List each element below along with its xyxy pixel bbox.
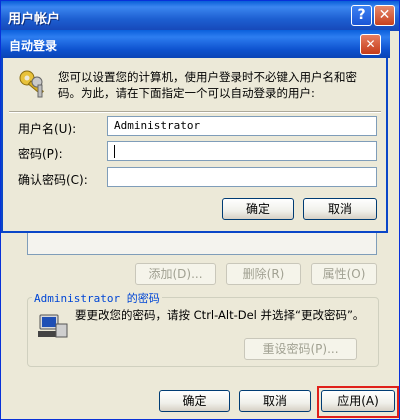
apply-highlight-box: [317, 386, 399, 418]
dialog-close-button[interactable]: ✕: [360, 34, 381, 55]
reset-password-button[interactable]: 重设密码(P)...: [244, 338, 357, 360]
dialog-title-bar: 自动登录 ✕: [1, 30, 390, 58]
password-label: 密码(P):: [18, 147, 63, 161]
cancel-button[interactable]: 取消: [239, 390, 311, 412]
add-user-button[interactable]: 添加(D)...: [135, 263, 216, 285]
computer-icon: [38, 314, 68, 338]
confirm-password-field[interactable]: [107, 167, 377, 187]
dialog-cancel-button[interactable]: 取消: [303, 198, 377, 220]
dialog-title: 自动登录: [9, 39, 58, 53]
outer-window-title: 用户帐户: [8, 12, 61, 27]
confirm-password-label: 确认密码(C):: [18, 173, 88, 187]
properties-button[interactable]: 属性(O): [311, 263, 377, 285]
users-list-area[interactable]: [27, 233, 377, 255]
password-field[interactable]: [107, 141, 377, 161]
keys-icon: [19, 70, 44, 98]
username-field[interactable]: Administrator: [107, 116, 377, 136]
username-label: 用户名(U):: [18, 122, 77, 136]
outer-close-button[interactable]: ✕: [374, 5, 395, 26]
auto-logon-dialog: 自动登录 ✕ 您可以设置您的计算机，使用户登录时不必键入用户名和密码。为此，请在…: [1, 30, 390, 233]
outer-title-bar: 用户帐户 ? ✕: [1, 1, 399, 31]
remove-user-button[interactable]: 删除(R): [226, 263, 301, 285]
password-group-title: Administrator 的密码: [32, 290, 162, 306]
ok-button[interactable]: 确定: [159, 390, 230, 412]
dialog-ok-button[interactable]: 确定: [222, 198, 294, 220]
dialog-separator: [9, 111, 381, 113]
password-instruction-text: 要更改您的密码，请按 Ctrl-Alt-Del 并选择“更改密码”。: [75, 308, 365, 322]
text-caret: [114, 144, 115, 158]
help-button[interactable]: ?: [351, 5, 372, 26]
dialog-description: 您可以设置您的计算机，使用户登录时不必键入用户名和密码。为此，请在下面指定一个可…: [58, 70, 357, 100]
